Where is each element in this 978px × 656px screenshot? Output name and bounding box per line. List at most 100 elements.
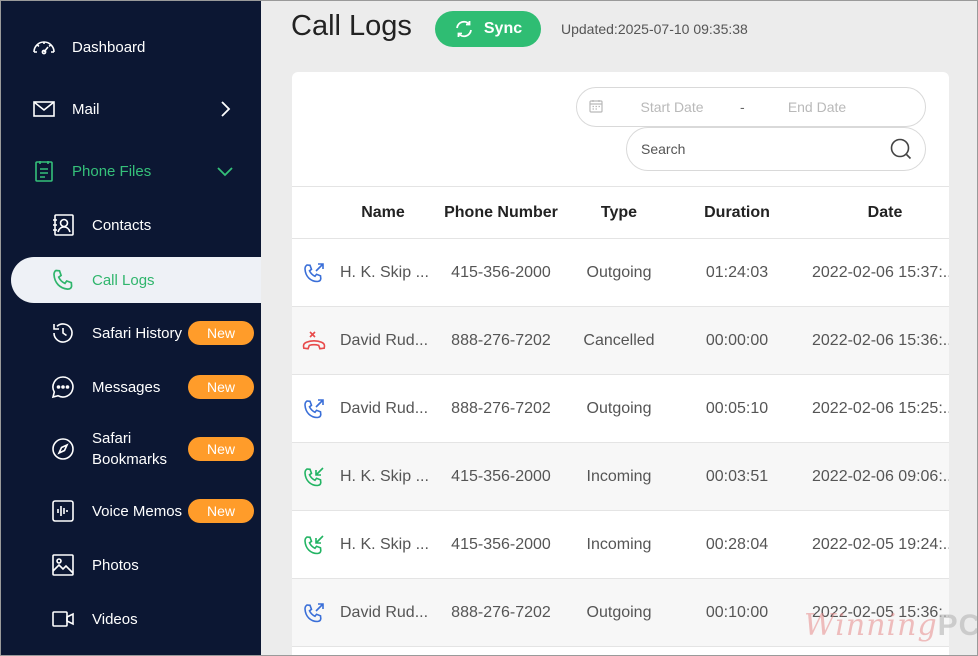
phone-files-icon: [31, 158, 57, 184]
end-date-input[interactable]: End Date: [785, 99, 849, 115]
search-box: [626, 127, 926, 171]
sidebar-item-call-logs[interactable]: Call Logs: [11, 257, 261, 303]
sidebar-item-label: Photos: [92, 556, 139, 574]
row-duration: 00:28:04: [705, 535, 769, 553]
new-badge: New: [188, 437, 254, 461]
new-badge: New: [188, 321, 254, 345]
sidebar-item-safari-history[interactable]: Safari History New: [0, 310, 261, 356]
sidebar-item-voice-memos[interactable]: Voice Memos New: [0, 488, 261, 534]
table-row[interactable]: H. K. Skip ... 415-356-2000 Incoming 00:…: [292, 443, 956, 511]
outgoing-call-icon: [292, 375, 336, 442]
column-header-duration[interactable]: Duration: [676, 187, 798, 238]
row-name: David Rud...: [340, 603, 429, 621]
date-separator: -: [740, 99, 745, 115]
phone-icon: [50, 267, 76, 293]
column-header-phone-number[interactable]: Phone Number: [440, 187, 562, 238]
sync-button[interactable]: Sync: [435, 11, 541, 47]
sidebar-item-label: Phone Files: [72, 162, 152, 180]
sidebar-item-label: Voice Memos: [92, 502, 183, 520]
row-name: H. K. Skip ...: [340, 263, 429, 281]
row-duration: 00:05:10: [705, 399, 769, 417]
row-phone-number: 888-276-7202: [451, 399, 551, 417]
row-name: H. K. Skip ...: [340, 467, 429, 485]
sidebar-item-contacts[interactable]: Contacts: [0, 202, 261, 248]
sidebar-item-safari-bookmarks[interactable]: Safari Bookmarks New: [0, 426, 261, 472]
watermark-part1: Winning: [804, 608, 938, 643]
sidebar-item-label: Contacts: [92, 216, 152, 234]
incoming-call-icon: [292, 511, 336, 578]
column-header-name[interactable]: Name: [336, 187, 430, 238]
sidebar-item-photos[interactable]: Photos: [0, 542, 261, 588]
sidebar-item-label: Mail: [72, 100, 100, 118]
row-duration: 00:00:00: [705, 331, 769, 349]
incoming-call-icon: [292, 443, 336, 510]
sidebar-item-mail[interactable]: Mail: [0, 86, 261, 132]
sidebar-item-label: Safari Bookmarks: [92, 430, 168, 468]
start-date-input[interactable]: Start Date: [640, 99, 704, 115]
row-type: Incoming: [586, 535, 652, 553]
sidebar-item-label: Messages: [92, 378, 161, 396]
dashboard-icon: [31, 34, 57, 60]
row-phone-number: 415-356-2000: [451, 467, 551, 485]
scrollbar[interactable]: [949, 72, 978, 656]
table-row[interactable]: H. K. Skip ... 415-356-2000 Outgoing 01:…: [292, 239, 956, 307]
row-phone-number: 888-276-7202: [451, 603, 551, 621]
column-header-date[interactable]: Date: [802, 187, 968, 238]
table-row[interactable]: H. K. Skip ... 415-356-2000 Incoming 00:…: [292, 511, 956, 579]
mail-icon: [31, 96, 57, 122]
search-icon[interactable]: [889, 137, 913, 166]
row-duration: 00:10:00: [705, 603, 769, 621]
chevron-down-icon: [215, 161, 235, 181]
call-logs-panel: Start Date - End Date Name Phone Number …: [292, 72, 956, 656]
messages-icon: [50, 374, 76, 400]
date-range-picker[interactable]: Start Date - End Date: [576, 87, 926, 127]
calendar-icon: [589, 99, 603, 116]
row-name: David Rud...: [340, 331, 429, 349]
sidebar-item-label: Dashboard: [72, 38, 146, 56]
row-type: Outgoing: [586, 603, 652, 621]
sidebar-item-dashboard[interactable]: Dashboard: [0, 24, 261, 70]
table-row[interactable]: David Rud... 888-276-7202 Outgoing 00:05…: [292, 375, 956, 443]
row-date: 2022-02-05 19:24:...: [812, 535, 957, 553]
page-title: Call Logs: [291, 10, 412, 42]
row-type: Incoming: [586, 467, 652, 485]
watermark: WinningPC: [804, 608, 978, 643]
sync-icon: [454, 19, 474, 39]
row-phone-number: 415-356-2000: [451, 535, 551, 553]
chevron-right-icon: [215, 99, 235, 119]
contacts-icon: [50, 212, 76, 238]
voice-memo-icon: [50, 498, 76, 524]
row-date: 2022-02-06 15:37:...: [812, 263, 957, 281]
search-input[interactable]: [641, 138, 881, 160]
outgoing-call-icon: [292, 239, 336, 306]
row-phone-number: 888-276-7202: [451, 331, 551, 349]
sync-label: Sync: [483, 20, 523, 37]
sidebar-item-messages[interactable]: Messages New: [0, 364, 261, 410]
table-row[interactable]: David Rud... 888-276-7202 Cancelled 00:0…: [292, 307, 956, 375]
new-badge: New: [188, 375, 254, 399]
outgoing-call-icon: [292, 579, 336, 646]
column-header-icon: [292, 187, 336, 238]
history-icon: [50, 320, 76, 346]
row-name: H. K. Skip ...: [340, 535, 429, 553]
sidebar-item-videos[interactable]: Videos: [0, 596, 261, 642]
sidebar-item-label: Videos: [92, 610, 138, 628]
row-type: Outgoing: [586, 263, 652, 281]
sidebar-item-label: Safari History: [92, 324, 183, 342]
new-badge: New: [188, 499, 254, 523]
video-icon: [50, 606, 76, 632]
compass-icon: [50, 436, 76, 462]
row-date: 2022-02-06 09:06:...: [812, 467, 957, 485]
sidebar-item-phone-files[interactable]: Phone Files: [0, 148, 261, 194]
sidebar-item-label: Call Logs: [92, 271, 155, 289]
row-date: 2022-02-06 15:36:...: [812, 331, 957, 349]
sidebar: Dashboard Mail Phone Files Contacts Call…: [0, 0, 261, 656]
row-duration: 01:24:03: [705, 263, 769, 281]
updated-timestamp: Updated:2025-07-10 09:35:38: [561, 21, 748, 37]
row-type: Outgoing: [586, 399, 652, 417]
row-type: Cancelled: [583, 331, 655, 349]
column-header-type[interactable]: Type: [562, 187, 676, 238]
row-duration: 00:03:51: [705, 467, 769, 485]
watermark-part2: PC: [937, 609, 978, 642]
cancelled-call-icon: [292, 307, 336, 374]
